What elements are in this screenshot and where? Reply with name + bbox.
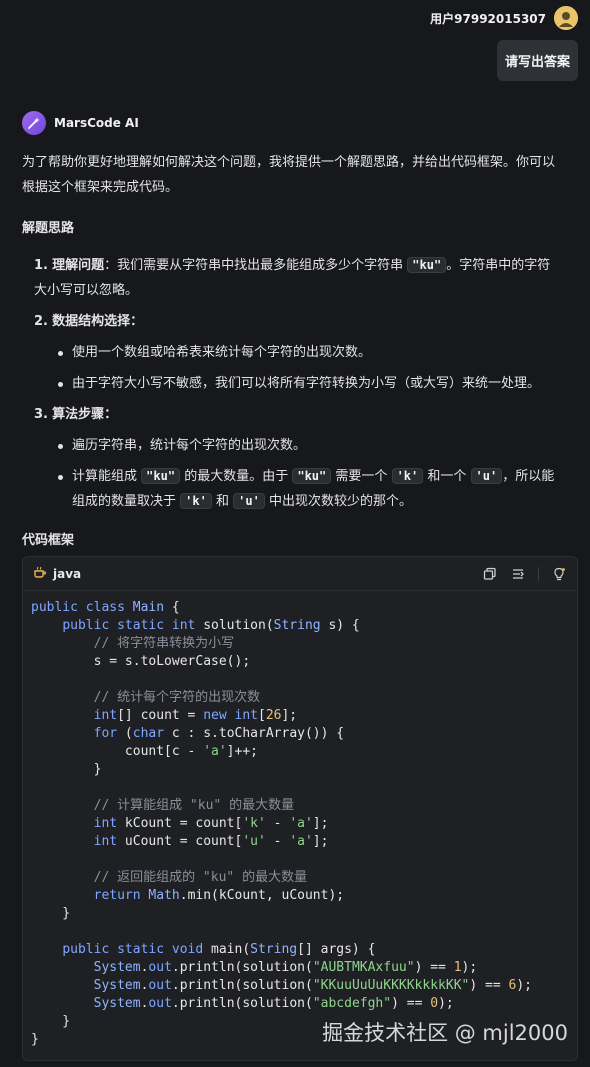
step-text: ： — [104, 407, 118, 422]
text: 中出现次数较少的那个。 — [268, 494, 412, 509]
code-language-label: java — [53, 566, 82, 581]
step-heading: 算法步骤 — [52, 407, 105, 422]
step-item: 3. 算法步骤： 遍历字符串，统计每个字符的出现次数。 计算能组成 "ku" 的… — [22, 402, 562, 514]
step-item: 1. 理解问题：我们需要从字符串中找出最多能组成多少个字符串 "ku" 。字符串中… — [22, 253, 562, 303]
intro-paragraph: 为了帮助你更好地理解如何解决这个问题，我将提供一个解题思路，并给出代码框架。你可… — [22, 155, 556, 195]
assistant-name: MarsCode AI — [54, 116, 139, 130]
bullet-list: 使用一个数组或哈希表来统计每个字符的出现次数。 由于字符大小写不敏感，我们可以将… — [58, 340, 562, 396]
user-message-bubble: 请写出答案 — [496, 40, 578, 81]
code-language: java — [33, 565, 81, 582]
thinking-title: 解题思路 — [22, 221, 75, 236]
text: 需要一个 — [335, 469, 388, 484]
text: 的最大数量。由于 — [184, 469, 289, 484]
marscode-logo-icon — [22, 111, 46, 135]
user-header: 用户97992015307 — [430, 6, 578, 30]
step-heading: 数据结构选择 — [52, 314, 131, 329]
list-item: 使用一个数组或哈希表来统计每个字符的出现次数。 — [58, 340, 562, 365]
list-item: 遍历字符串，统计每个字符的出现次数。 — [58, 433, 562, 458]
watermark: 掘金技术社区 @ mjl2000 — [322, 1021, 568, 1045]
step-heading: 理解问题 — [52, 258, 105, 273]
step-item: 2. 数据结构选择： 使用一个数组或哈希表来统计每个字符的出现次数。 由于字符大… — [22, 309, 562, 396]
step-number: 2. — [34, 314, 48, 329]
avatar-face-icon — [554, 6, 578, 30]
text: 和一个 — [427, 469, 467, 484]
copy-icon[interactable] — [482, 566, 498, 582]
insert-icon[interactable] — [510, 566, 526, 582]
step-number: 1. — [34, 258, 48, 273]
code-block: java public class Main {public static i… — [22, 556, 578, 1061]
inline-code: "ku" — [141, 468, 181, 484]
inline-code: "ku" — [407, 257, 447, 273]
list-item: 计算能组成 "ku" 的最大数量。由于 "ku" 需要一个 'k' 和一个 'u… — [58, 464, 562, 514]
code-block-header: java — [23, 557, 577, 591]
list-item: 由于字符大小写不敏感，我们可以将所有字符转换为小写（或大写）来统一处理。 — [58, 371, 562, 396]
inline-code: 'k' — [391, 468, 424, 484]
user-name: 用户97992015307 — [430, 11, 546, 26]
code-content: public class Main { public static int so… — [31, 600, 532, 1047]
assistant-answer: 为了帮助你更好地理解如何解决这个问题，我将提供一个解题思路，并给出代码框架。你可… — [22, 150, 562, 565]
code-language-icon — [33, 565, 47, 582]
inline-code: 'u' — [233, 493, 265, 509]
lightbulb-icon[interactable] — [551, 566, 567, 582]
step-text: ： — [130, 314, 144, 329]
assistant-header: MarsCode AI — [22, 111, 139, 135]
text: 计算能组成 — [72, 469, 138, 484]
step-number: 3. — [34, 407, 48, 422]
code-toolbar — [482, 566, 567, 582]
inline-code: 'k' — [180, 493, 212, 509]
toolbar-divider — [538, 566, 539, 581]
steps-list: 1. 理解问题：我们需要从字符串中找出最多能组成多少个字符串 "ku" 。字符串中… — [22, 253, 562, 514]
bullet-list: 遍历字符串，统计每个字符的出现次数。 计算能组成 "ku" 的最大数量。由于 "… — [58, 433, 562, 514]
step-text: ：我们需要从字符串中找出最多能组成多少个字符串 — [104, 258, 404, 273]
text: 和 — [215, 494, 229, 509]
inline-code: 'u' — [470, 468, 503, 484]
inline-code: "ku" — [292, 468, 332, 484]
code-title: 代码框架 — [22, 533, 75, 548]
user-avatar[interactable] — [554, 6, 578, 30]
